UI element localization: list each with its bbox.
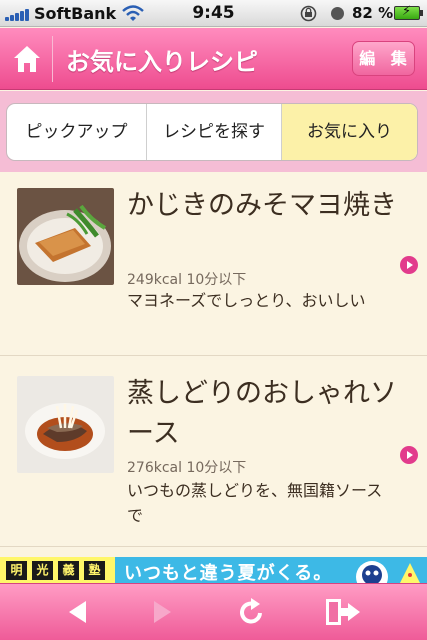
segmented-control: ピックアップ レシピを探す お気に入り: [6, 103, 418, 161]
status-bar: SoftBank 9:45 82 % ⚡: [0, 0, 427, 27]
header-divider: [52, 36, 53, 82]
list-item[interactable]: 蒸しどりのおしゃれソース 276kcal 10分以下 いつもの蒸しどりを、無国籍…: [0, 357, 427, 547]
edit-button[interactable]: 編 集: [352, 41, 415, 76]
back-arrow-icon[interactable]: [62, 596, 94, 628]
ad-logo-char: 明: [6, 560, 27, 580]
tab-search-recipes[interactable]: レシピを探す: [147, 104, 282, 160]
ad-logo-char: 塾: [84, 560, 105, 580]
recipe-meta: 276kcal 10分以下: [127, 460, 247, 476]
exit-door-icon[interactable]: [324, 596, 362, 628]
recipe-name: 蒸しどりのおしゃれソース: [127, 378, 397, 449]
battery-percent: 82 %: [352, 4, 394, 22]
page-title: お気に入りレシピ: [66, 48, 258, 76]
recipe-meta: 249kcal 10分以下: [127, 272, 247, 288]
tab-favorites[interactable]: お気に入り: [282, 104, 417, 160]
battery-icon: ⚡: [394, 4, 423, 20]
recipe-list: かじきのみそマヨ焼き 249kcal 10分以下 マヨネーズでしっとり、おいしい…: [0, 172, 427, 557]
home-icon[interactable]: [10, 42, 44, 76]
forward-arrow-icon[interactable]: [146, 596, 178, 628]
ad-logo-char: 光: [32, 560, 53, 580]
ad-text: いつもと違う夏がくる。: [124, 563, 333, 583]
tab-pickup[interactable]: ピックアップ: [7, 104, 147, 160]
ad-logo: 明 光 義 塾: [0, 557, 115, 583]
chevron-right-icon: [400, 256, 418, 274]
recipe-description: いつもの蒸しどりを、無国籍ソースで: [127, 481, 383, 525]
reload-icon[interactable]: [236, 596, 268, 628]
recipe-name: かじきのみそマヨ焼き: [127, 190, 397, 221]
ad-illustration: [356, 561, 420, 583]
ad-logo-char: 義: [58, 560, 79, 580]
recipe-thumbnail: [17, 188, 114, 285]
tab-bar: ピックアップ レシピを探す お気に入り: [0, 91, 427, 172]
alarm-icon: [331, 7, 344, 20]
rotation-lock-icon: [300, 5, 317, 22]
list-item[interactable]: かじきのみそマヨ焼き 249kcal 10分以下 マヨネーズでしっとり、おいしい: [0, 172, 427, 356]
ad-banner[interactable]: 明 光 義 塾 いつもと違う夏がくる。: [0, 557, 427, 583]
recipe-description: マヨネーズでしっとり、おいしい: [127, 291, 366, 310]
bottom-toolbar: [0, 583, 427, 640]
recipe-thumbnail: [17, 376, 114, 473]
chevron-right-icon: [400, 446, 418, 464]
nav-header: お気に入りレシピ 編 集: [0, 28, 427, 90]
